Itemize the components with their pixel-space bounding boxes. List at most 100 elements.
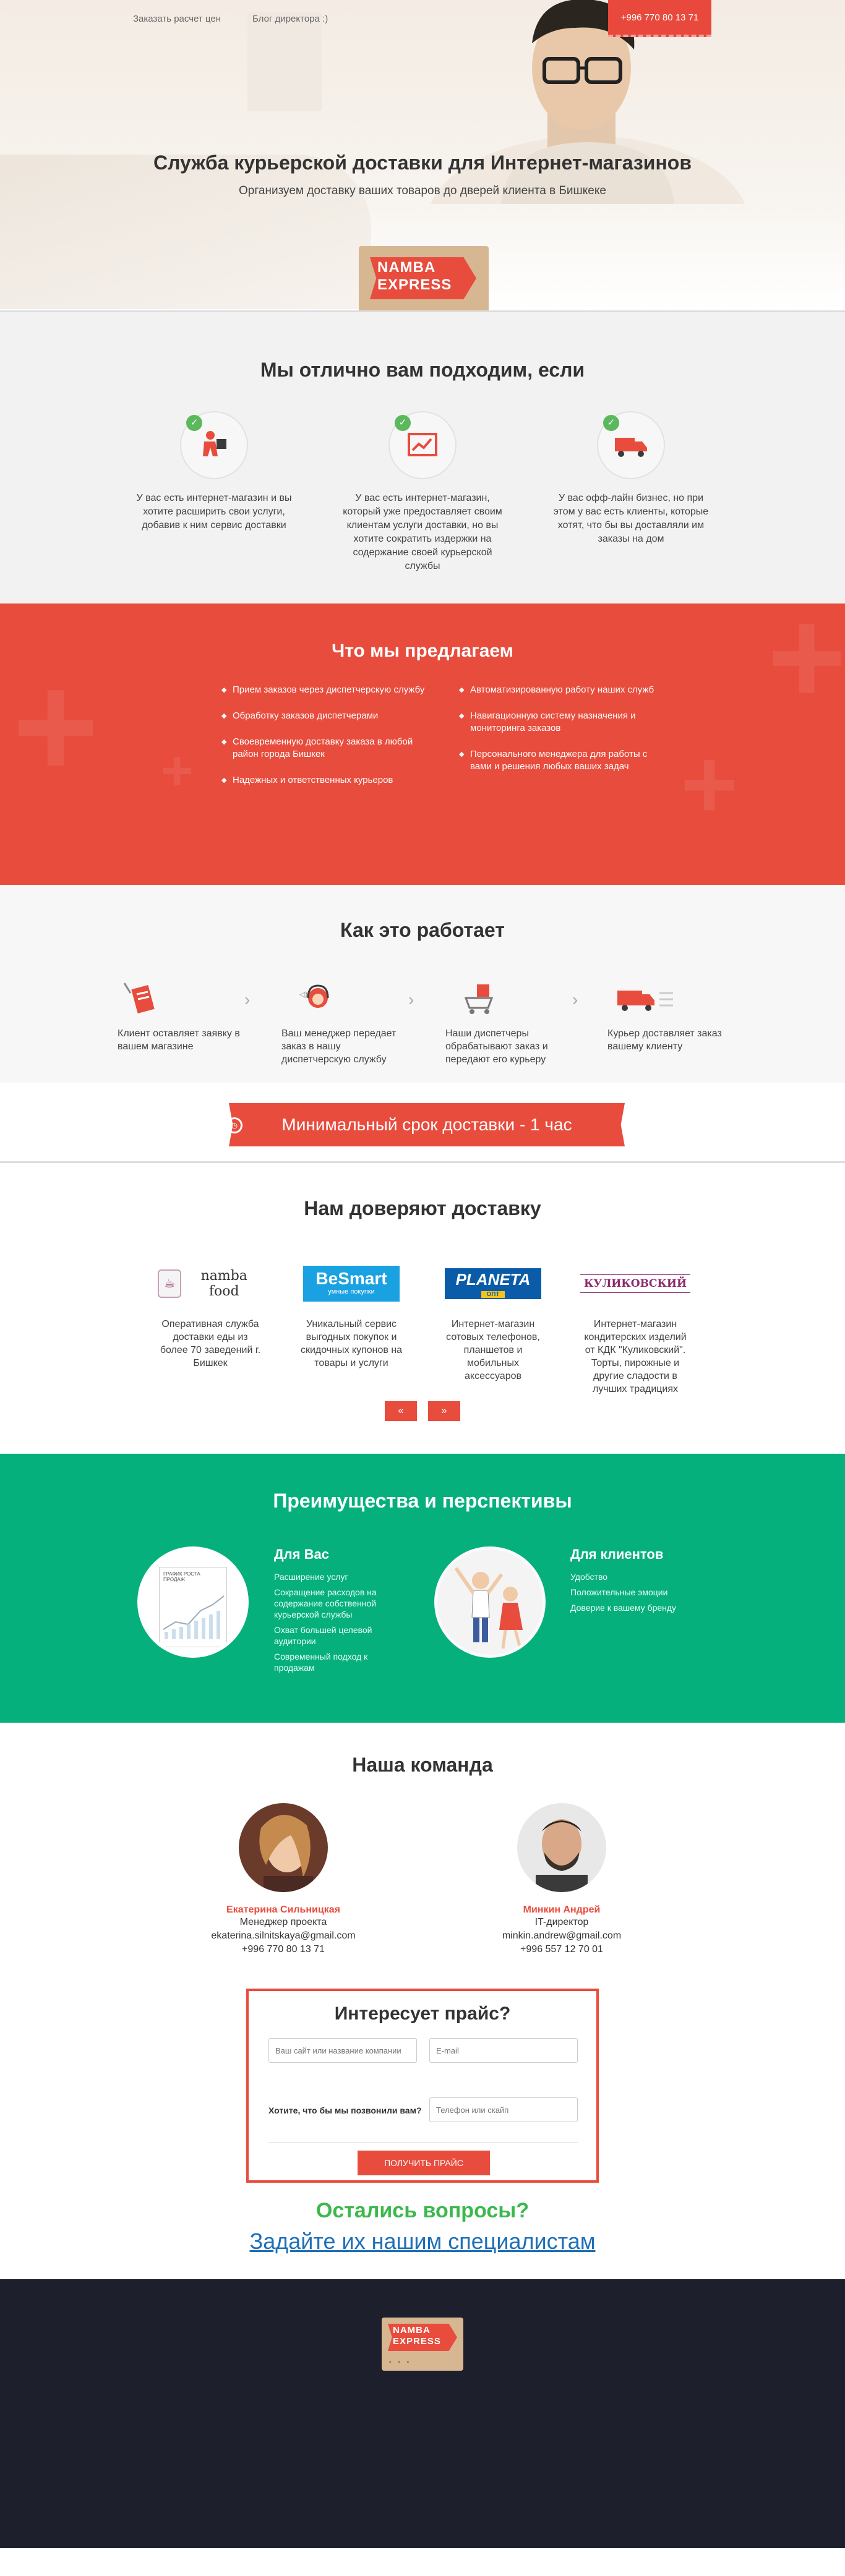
member-phone: +996 557 12 70 01 <box>520 1944 603 1955</box>
fit-item: ✓ У вас есть интернет-магазин и вы хотит… <box>134 411 294 532</box>
for-you-list: Расширение услуг Сокращение расходов на … <box>274 1571 385 1678</box>
decor-cross: + <box>161 740 194 802</box>
logo-box-marks: ▪ ▪ ▪ <box>389 2359 412 2366</box>
order-calc-link[interactable]: Заказать расчет цен <box>133 14 221 24</box>
chevron-right-icon: › <box>408 990 414 1009</box>
offer-title: Что мы предлагаем <box>332 641 513 661</box>
member-name: Екатерина Сильницкая <box>226 1904 340 1915</box>
team-section: Наша команда Екатерина Сильницкая Менедж… <box>0 1723 845 1989</box>
chart-caption: ГРАФИК РОСТА ПРОДАЖ <box>163 1571 200 1582</box>
ask-specialists-link[interactable]: Задайте их нашим специалистам <box>0 2228 845 2254</box>
member-name: Минкин Андрей <box>523 1904 601 1915</box>
decor-cross: + <box>12 643 100 809</box>
member-phone: +996 770 80 13 71 <box>242 1944 325 1955</box>
partner-text: Интернет-магазин сотовых телефонов, план… <box>446 1319 540 1381</box>
partner-item[interactable]: BeSmart умные покупки Уникальный сервис … <box>299 1265 404 1370</box>
how-step: Клиент оставляет заявку в вашем магазине <box>118 978 247 1053</box>
kulikovsky-logo: КУЛИКОВСКИЙ <box>580 1265 691 1302</box>
fit-section: Мы отлично вам подходим, если ✓ У вас ес… <box>0 310 845 603</box>
member-role: IT-директор <box>534 1917 589 1927</box>
benefits-title: Преимущества и перспективы <box>273 1490 572 1512</box>
fit-icon-circle: ✓ <box>388 411 457 479</box>
how-step: Курьер доставляет заказ вашему клиенту <box>607 978 737 1053</box>
slider-prev-button[interactable]: « <box>385 1401 417 1421</box>
clock-icon: ◷ <box>226 1117 242 1133</box>
person-package-icon <box>203 431 226 456</box>
check-icon: ✓ <box>186 415 202 431</box>
namba-express-logo[interactable]: NAMBA EXPRESS ▪ ▪ ▪ <box>359 246 489 310</box>
slider-next-button[interactable]: » <box>428 1401 460 1421</box>
min-delivery-section: Минимальный срок доставки - 1 час ◷ <box>0 1083 845 1163</box>
logo-text-line1: NAMBA <box>393 2325 431 2335</box>
offer-item: Прием заказов через диспетчерскую службу <box>221 684 426 696</box>
decor-cross: + <box>680 728 739 839</box>
logo-text-line2: EXPRESS <box>393 2336 441 2347</box>
logo-text-line2: EXPRESS <box>377 276 452 293</box>
team-title: Наша команда <box>352 1754 493 1776</box>
fit-icon-circle: ✓ <box>180 411 248 479</box>
svg-text:◁): ◁) <box>299 990 307 999</box>
delivery-truck-icon <box>617 991 673 1011</box>
footer-logo[interactable]: NAMBA EXPRESS ▪ ▪ ▪ <box>382 2318 463 2371</box>
fit-item: ✓ У вас есть интернет-магазин, который у… <box>342 411 503 573</box>
price-title: Интересует прайс? <box>334 2003 511 2024</box>
questions-section: Остались вопросы? Задайте их нашим специ… <box>0 2186 845 2279</box>
benefit-item: Удобство <box>570 1572 608 1582</box>
how-step-text: Наши диспетчеры обрабатывают заказ и пер… <box>445 1028 548 1065</box>
offer-item: Навигационную систему назначения и монит… <box>459 710 663 735</box>
growth-chart-icon <box>163 1595 225 1639</box>
fit-item: ✓ У вас офф-лайн бизнес, но при этом у в… <box>551 411 711 546</box>
partner-text: Оперативная служба доставки еды из более… <box>160 1319 261 1368</box>
fit-icon-circle: ✓ <box>597 411 665 479</box>
how-title: Как это работает <box>340 919 505 941</box>
get-price-button[interactable]: ПОЛУЧИТЬ ПРАЙС <box>358 2151 490 2175</box>
offer-item: Персонального менеджера для работы с вам… <box>459 748 663 773</box>
member-email[interactable]: minkin.andrew@gmail.com <box>463 1929 661 1943</box>
how-step: ◁) Ваш менеджер передает заказ в нашу ди… <box>281 978 411 1066</box>
for-clients-title: Для клиентов <box>570 1546 664 1562</box>
director-blog-link[interactable]: Блог директора :) <box>252 14 328 24</box>
partner-text: Интернет-магазин кондитерских изделий от… <box>584 1319 687 1394</box>
fit-text: У вас есть интернет-магазин, который уже… <box>343 493 502 571</box>
order-form-icon <box>123 983 155 1013</box>
top-bar: Заказать расчет цен Блог директора :) +9… <box>0 0 845 37</box>
member-email[interactable]: ekaterina.silnitskaya@gmail.com <box>184 1929 382 1943</box>
call-back-label: Хотите, что бы мы позвонили вам? <box>268 2105 422 2115</box>
planeta-logo: PLANETA ОПТ <box>440 1265 546 1302</box>
price-form: Интересует прайс? Хотите, что бы мы позв… <box>246 1989 599 2183</box>
fit-text: У вас офф-лайн бизнес, но при этом у вас… <box>553 493 709 544</box>
offer-list-right: Автоматизированную работу наших служб На… <box>459 684 663 787</box>
how-step-text: Клиент оставляет заявку в вашем магазине <box>118 1028 240 1052</box>
partner-item[interactable]: КУЛИКОВСКИЙ Интернет-магазин кондитерски… <box>580 1265 691 1396</box>
partner-text: Уникальный сервис выгодных покупок и ски… <box>300 1319 403 1368</box>
questions-title: Остались вопросы? <box>315 2199 530 2222</box>
fit-text: У вас есть интернет-магазин и вы хотите … <box>136 493 292 531</box>
decor-cross: + <box>767 603 845 733</box>
hero-title: Служба курьерской доставки для Интернет-… <box>153 151 692 174</box>
price-section: Интересует прайс? Хотите, что бы мы позв… <box>0 1989 845 2186</box>
min-delivery-banner: Минимальный срок доставки - 1 час <box>229 1103 625 1146</box>
how-step-text: Ваш менеджер передает заказ в нашу диспе… <box>281 1028 397 1065</box>
company-input[interactable] <box>268 2038 417 2063</box>
benefit-item: Расширение услуг <box>274 1572 348 1582</box>
partner-item[interactable]: ☕ namba food Оперативная служба доставки… <box>158 1265 263 1370</box>
trust-title: Нам доверяют доставку <box>304 1197 541 1219</box>
manager-headset-icon: ◁) <box>299 984 329 1008</box>
team-member: Минкин Андрей IT-директор minkin.andrew@… <box>463 1803 661 1956</box>
benefit-item: Охват большей целевой аудитории <box>274 1625 372 1646</box>
team-member: Екатерина Сильницкая Менеджер проекта ek… <box>184 1803 382 1956</box>
hero-subtitle: Организуем доставку ваших товаров до две… <box>239 184 606 197</box>
for-you-title: Для Вас <box>274 1546 329 1562</box>
avatar <box>239 1803 328 1892</box>
partner-item[interactable]: PLANETA ОПТ Интернет-магазин сотовых тел… <box>440 1265 546 1383</box>
email-field[interactable] <box>429 2038 578 2063</box>
benefit-item: Положительные эмоции <box>570 1587 668 1597</box>
how-step-text: Курьер доставляет заказ вашему клиенту <box>607 1028 722 1052</box>
background-sofa <box>0 155 371 309</box>
offer-item: Своевременную доставку заказа в любой ра… <box>221 736 426 761</box>
phone-button[interactable]: +996 770 80 13 71 <box>608 0 711 37</box>
fit-title: Мы отлично вам подходим, если <box>260 359 585 381</box>
phone-field[interactable] <box>429 2097 578 2122</box>
benefit-item: Современный подход к продажам <box>274 1652 368 1673</box>
truck-icon <box>615 438 647 457</box>
